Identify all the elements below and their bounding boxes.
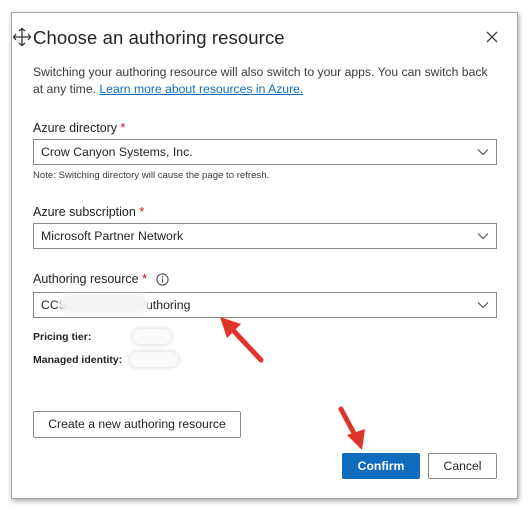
dialog-title: Choose an authoring resource	[33, 27, 285, 48]
cancel-button[interactable]: Cancel	[428, 453, 497, 479]
confirm-button[interactable]: Confirm	[342, 453, 420, 479]
managed-identity-redacted	[130, 352, 178, 367]
directory-note: Note: Switching directory will cause the…	[33, 170, 270, 181]
redaction-blur	[62, 297, 146, 310]
pricing-tier-redacted	[133, 329, 171, 344]
resource-value-suffix: uthoring	[145, 298, 191, 312]
managed-identity-label: Managed identity:	[33, 354, 123, 366]
dialog-description: Switching your authoring resource will a…	[33, 64, 498, 98]
chevron-down-icon	[477, 149, 489, 156]
subscription-value: Microsoft Partner Network	[41, 229, 184, 243]
subscription-label: Azure subscription *	[33, 205, 145, 219]
subscription-select[interactable]: Microsoft Partner Network	[33, 223, 497, 249]
chevron-down-icon	[477, 302, 489, 309]
chevron-down-icon	[477, 233, 489, 240]
directory-label: Azure directory *	[33, 121, 126, 135]
directory-value: Crow Canyon Systems, Inc.	[41, 145, 193, 159]
required-mark: *	[120, 121, 126, 135]
annotation-arrow	[220, 317, 264, 363]
directory-select[interactable]: Crow Canyon Systems, Inc.	[33, 139, 497, 165]
pricing-tier-label: Pricing tier:	[33, 331, 92, 343]
resource-label: Authoring resource *	[33, 272, 170, 286]
required-mark: *	[139, 205, 145, 219]
required-mark: *	[142, 272, 147, 286]
create-resource-button[interactable]: Create a new authoring resource	[33, 411, 241, 438]
info-icon[interactable]	[156, 273, 170, 286]
learn-more-link[interactable]: Learn more about resources in Azure.	[99, 82, 303, 96]
annotation-arrow	[338, 406, 365, 450]
move-icon[interactable]	[12, 27, 32, 47]
close-icon[interactable]	[483, 28, 501, 46]
